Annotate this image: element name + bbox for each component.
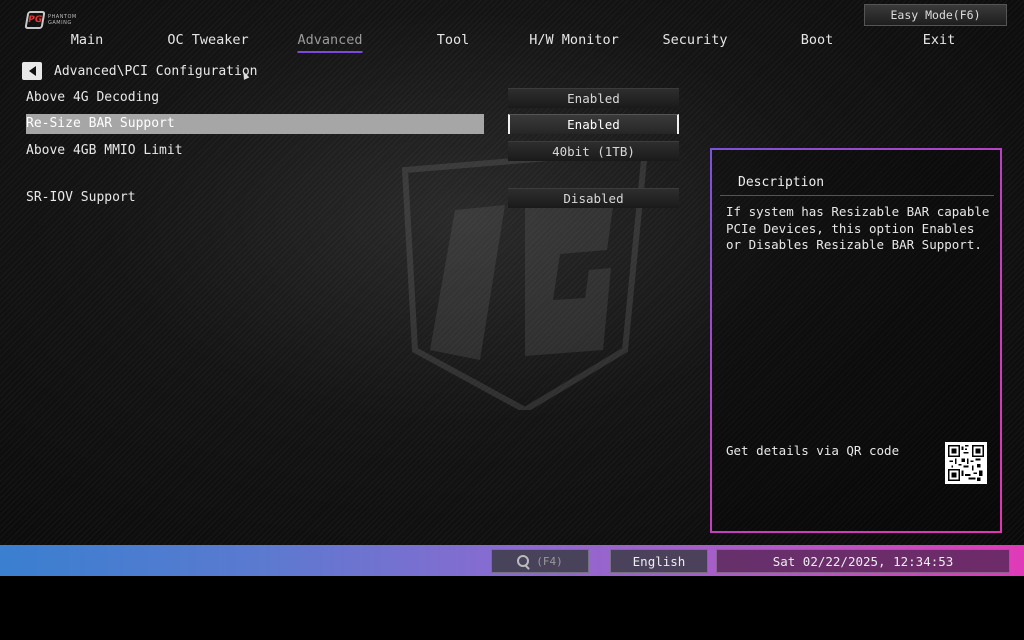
back-arrow-icon <box>28 66 36 76</box>
menu-tool[interactable]: Tool <box>437 32 470 51</box>
main-menu: Main OC Tweaker Advanced Tool H/W Monito… <box>0 32 1024 54</box>
bios-screen: PG PHANTOM GAMING Easy Mode(F6) Main OC … <box>0 0 1024 545</box>
datetime-display[interactable]: Sat 02/22/2025, 12:34:53 <box>716 549 1010 573</box>
menu-boot[interactable]: Boot <box>801 32 834 51</box>
bottom-blank-area <box>0 576 1024 640</box>
setting-row-resize-bar-support[interactable]: Re-Size BAR Support <box>26 114 484 134</box>
menu-advanced[interactable]: Advanced <box>297 32 363 53</box>
phantom-gaming-logo: PG PHANTOM GAMING <box>24 10 96 30</box>
setting-row-above-4gb-mmio-limit[interactable]: Above 4GB MMIO Limit <box>26 141 484 161</box>
back-button[interactable] <box>22 62 42 80</box>
easy-mode-button[interactable]: Easy Mode(F6) <box>864 4 1007 26</box>
setting-value-above-4g-decoding[interactable]: Enabled <box>508 88 679 108</box>
qr-code-icon <box>948 445 984 481</box>
logo-mark-icon: PG <box>24 11 46 29</box>
qr-code <box>945 442 987 484</box>
menu-exit[interactable]: Exit <box>923 32 956 51</box>
menu-main[interactable]: Main <box>71 32 104 51</box>
search-icon <box>517 554 530 568</box>
search-shortcut-label: (F4) <box>536 554 563 568</box>
setting-label: Above 4G Decoding <box>26 90 160 105</box>
setting-value-resize-bar-support[interactable]: Enabled <box>508 114 679 134</box>
setting-label: Above 4GB MMIO Limit <box>26 143 183 158</box>
language-button[interactable]: English <box>610 549 708 573</box>
setting-row-above-4g-decoding[interactable]: Above 4G Decoding <box>26 88 484 108</box>
description-body: If system has Resizable BAR capable PCIe… <box>726 204 990 252</box>
search-button[interactable]: (F4) <box>491 549 589 573</box>
setting-value-above-4gb-mmio-limit[interactable]: 40bit (1TB) <box>508 141 679 161</box>
qr-code-label: Get details via QR code <box>726 443 900 458</box>
menu-hw-monitor[interactable]: H/W Monitor <box>529 32 618 51</box>
description-panel: Description If system has Resizable BAR … <box>710 148 1002 533</box>
description-title: Description <box>720 172 994 196</box>
setting-label: SR-IOV Support <box>26 190 136 205</box>
menu-oc-tweaker[interactable]: OC Tweaker <box>167 32 248 51</box>
setting-value-sr-iov-support[interactable]: Disabled <box>508 188 679 208</box>
bottom-status-bar: (F4) English Sat 02/22/2025, 12:34:53 <box>0 545 1024 576</box>
menu-security[interactable]: Security <box>662 32 727 51</box>
logo-line2: GAMING <box>48 20 72 26</box>
setting-label: Re-Size BAR Support <box>26 116 175 131</box>
breadcrumb: Advanced\PCI Configuration <box>54 64 258 79</box>
setting-row-sr-iov-support[interactable]: SR-IOV Support <box>26 188 484 208</box>
